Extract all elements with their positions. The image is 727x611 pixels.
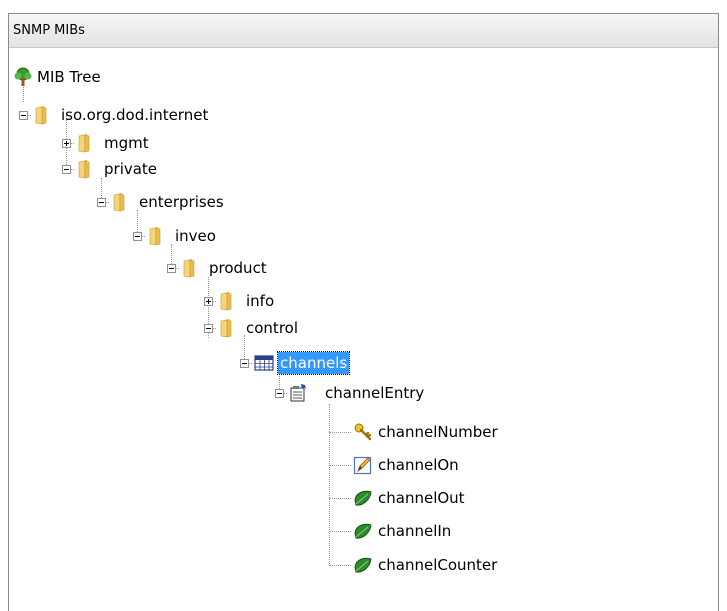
panel-title: SNMP MIBs bbox=[13, 23, 85, 38]
mib-tree[interactable]: MIB Tree iso.org.dod.internet mgmt priva… bbox=[9, 48, 718, 608]
tree-node-channel-on[interactable]: channelOn bbox=[353, 452, 461, 478]
tree-node-label: channelOn bbox=[378, 456, 459, 474]
tree-node-label: channelCounter bbox=[378, 556, 498, 574]
tree-connector bbox=[329, 404, 330, 566]
tree-node-channel-out[interactable]: channelOut bbox=[353, 485, 467, 511]
folder-icon bbox=[111, 192, 131, 212]
tree-connector bbox=[329, 498, 351, 499]
tree-node-private[interactable]: private bbox=[76, 156, 159, 182]
key-icon bbox=[353, 422, 373, 442]
expand-toggle[interactable] bbox=[62, 139, 71, 148]
tree-node-mgmt[interactable]: mgmt bbox=[76, 130, 151, 156]
tree-node-label: channelIn bbox=[378, 522, 452, 540]
tree-node-enterprises[interactable]: enterprises bbox=[111, 189, 226, 215]
collapse-toggle[interactable] bbox=[19, 111, 28, 120]
tree-node-product[interactable]: product bbox=[181, 255, 269, 281]
tree-node-label: info bbox=[246, 292, 275, 310]
tree-node-inveo[interactable]: inveo bbox=[147, 223, 218, 249]
tree-node-label: iso.org.dod.internet bbox=[61, 106, 209, 124]
tree-node-control[interactable]: control bbox=[218, 315, 300, 341]
tree-icon bbox=[13, 67, 33, 87]
collapse-toggle[interactable] bbox=[97, 198, 106, 207]
tree-connector bbox=[329, 432, 351, 433]
tree-node-label-selected: channels bbox=[276, 351, 351, 375]
tree-node-label: MIB Tree bbox=[37, 68, 101, 86]
tree-node-channel-entry[interactable]: channelEntry bbox=[289, 380, 426, 406]
snmp-mibs-panel: SNMP MIBs MIB Tree iso.org.dod.internet … bbox=[8, 13, 719, 611]
panel-header: SNMP MIBs bbox=[9, 14, 718, 48]
pencil-edit-icon bbox=[353, 455, 373, 475]
tree-node-label: control bbox=[246, 319, 298, 337]
tree-connector bbox=[329, 465, 351, 466]
tree-node-label: channelNumber bbox=[378, 423, 498, 441]
folder-icon bbox=[147, 226, 167, 246]
tree-node-label: mgmt bbox=[104, 134, 149, 152]
leaf-icon bbox=[353, 555, 373, 575]
tree-node-internet[interactable]: iso.org.dod.internet bbox=[33, 102, 210, 128]
folder-icon bbox=[76, 133, 96, 153]
collapse-toggle[interactable] bbox=[204, 324, 213, 333]
tree-node-label: channelEntry bbox=[325, 384, 425, 402]
tree-node-info[interactable]: info bbox=[218, 288, 276, 314]
folder-icon bbox=[33, 105, 53, 125]
tree-node-label: inveo bbox=[175, 227, 216, 245]
folder-icon bbox=[218, 291, 238, 311]
table-icon bbox=[254, 353, 274, 373]
collapse-toggle[interactable] bbox=[133, 232, 142, 241]
collapse-toggle[interactable] bbox=[62, 165, 71, 174]
tree-node-channel-in[interactable]: channelIn bbox=[353, 518, 453, 544]
folder-icon bbox=[218, 318, 238, 338]
folder-icon bbox=[181, 258, 201, 278]
tree-connector bbox=[329, 565, 351, 566]
tree-node-label: channelOut bbox=[378, 489, 465, 507]
tree-node-channel-number[interactable]: channelNumber bbox=[353, 419, 500, 445]
tree-node-label: product bbox=[209, 259, 267, 277]
tree-node-label: enterprises bbox=[139, 193, 224, 211]
tree-node-mib-tree-root[interactable]: MIB Tree bbox=[13, 64, 103, 90]
collapse-toggle[interactable] bbox=[275, 389, 284, 398]
leaf-icon bbox=[353, 521, 373, 541]
table-entry-icon bbox=[289, 383, 309, 403]
collapse-toggle[interactable] bbox=[167, 264, 176, 273]
tree-node-label: private bbox=[104, 160, 158, 178]
expand-toggle[interactable] bbox=[204, 297, 213, 306]
tree-node-channels[interactable]: channels bbox=[254, 350, 351, 376]
collapse-toggle[interactable] bbox=[240, 359, 249, 368]
folder-icon bbox=[76, 159, 96, 179]
leaf-icon bbox=[353, 488, 373, 508]
tree-connector bbox=[329, 531, 351, 532]
tree-node-channel-counter[interactable]: channelCounter bbox=[353, 552, 499, 578]
